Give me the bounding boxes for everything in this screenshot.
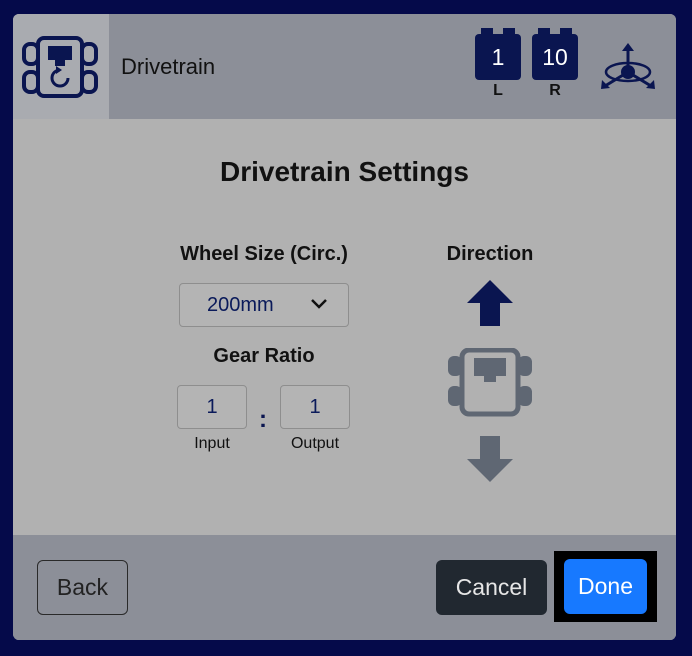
port-right-label: R bbox=[549, 82, 561, 99]
robot-topview-icon bbox=[448, 348, 532, 417]
done-focus-ring: Done bbox=[554, 551, 657, 622]
wheel-size-value: 200mm bbox=[207, 294, 274, 316]
drivetrain-device-icon bbox=[22, 36, 98, 98]
chevron-down-icon bbox=[311, 299, 327, 309]
ratio-colon: : bbox=[259, 406, 267, 433]
arrow-up-icon[interactable] bbox=[465, 278, 515, 328]
gyro-axes-icon[interactable] bbox=[600, 42, 656, 92]
back-button[interactable]: Back bbox=[37, 560, 128, 615]
output-label: Output bbox=[290, 435, 340, 452]
done-button[interactable]: Done bbox=[564, 559, 647, 614]
wheel-size-select[interactable]: 200mm bbox=[179, 283, 349, 327]
cancel-button[interactable]: Cancel bbox=[436, 560, 547, 615]
device-title: Drivetrain bbox=[121, 54, 216, 79]
port-left-label: L bbox=[493, 82, 503, 99]
port-left[interactable]: 1 bbox=[475, 28, 521, 80]
arrow-down-icon[interactable] bbox=[465, 434, 515, 484]
gear-input-field[interactable]: 1 bbox=[177, 385, 247, 429]
settings-title: Drivetrain Settings bbox=[220, 156, 469, 187]
dialog-footer: Back Cancel Done bbox=[13, 535, 676, 640]
drivetrain-dialog: Drivetrain 1 L 10 R Drivetrain Settings … bbox=[13, 14, 676, 640]
gear-output-field[interactable]: 1 bbox=[280, 385, 350, 429]
gear-ratio-label: Gear Ratio bbox=[213, 345, 315, 367]
dialog-header: Drivetrain 1 L 10 R bbox=[13, 14, 676, 119]
device-tile[interactable] bbox=[13, 14, 109, 119]
direction-label: Direction bbox=[446, 243, 534, 265]
wheel-size-label: Wheel Size (Circ.) bbox=[180, 243, 348, 265]
input-label: Input bbox=[194, 435, 230, 452]
port-right[interactable]: 10 bbox=[532, 28, 578, 80]
